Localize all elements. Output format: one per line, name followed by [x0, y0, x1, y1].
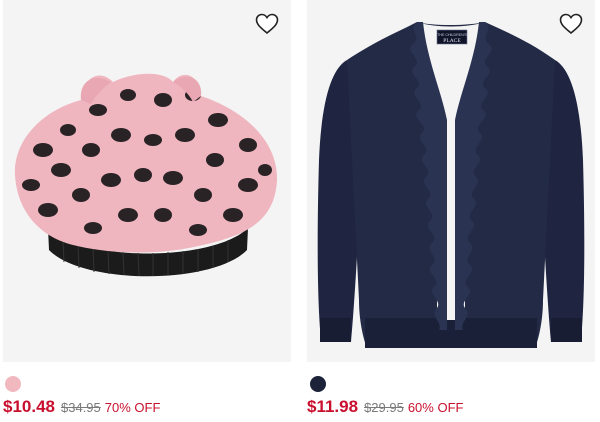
discount-badge: 70% OFF — [104, 400, 161, 415]
sale-price: $11.98 — [307, 397, 359, 416]
discount-badge: 60% OFF — [407, 400, 464, 415]
heart-outline-icon — [255, 13, 279, 35]
price-row: $10.48 $34.95 70% OFF — [3, 397, 160, 417]
leopard-beret-image — [14, 73, 278, 277]
brand-label-top: THE CHILDREN'S — [437, 33, 467, 37]
product-image[interactable]: THE CHILDREN'S PLACE — [307, 0, 595, 362]
product-grid: $10.48 $34.95 70% OFF THE CHILDREN'S PLA… — [0, 0, 600, 422]
sale-price: $10.48 — [3, 397, 55, 416]
product-card[interactable]: THE CHILDREN'S PLACE $11.98 $29.95 60% O… — [307, 0, 597, 422]
original-price: $29.95 — [364, 400, 404, 415]
product-card[interactable]: $10.48 $34.95 70% OFF — [3, 0, 293, 422]
heart-outline-icon — [559, 13, 583, 35]
favorite-button[interactable] — [557, 10, 585, 38]
color-swatch[interactable] — [310, 376, 326, 392]
price-row: $11.98 $29.95 60% OFF — [307, 397, 463, 417]
favorite-button[interactable] — [253, 10, 281, 38]
brand-label-name: PLACE — [443, 38, 461, 44]
navy-cardigan-image: THE CHILDREN'S PLACE — [317, 22, 585, 348]
color-swatch[interactable] — [5, 376, 21, 392]
original-price: $34.95 — [61, 400, 101, 415]
product-image[interactable] — [3, 0, 291, 362]
